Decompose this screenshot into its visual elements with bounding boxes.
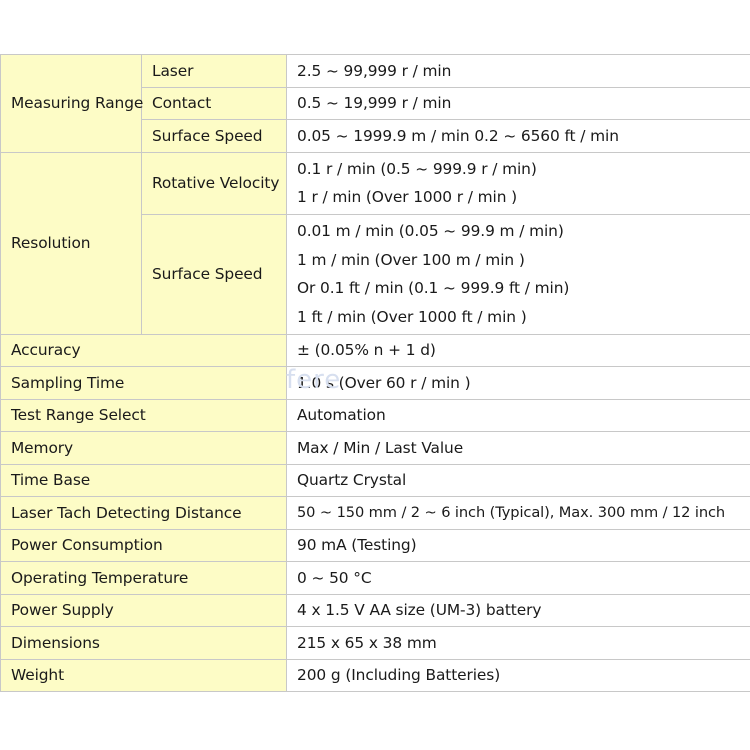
surface-line: 1 ft / min (Over 1000 ft / min ) <box>297 307 527 326</box>
resolution-surface-speed-value: 0.01 m / min (0.05 ~ 99.9 m / min) 1 m /… <box>286 213 750 335</box>
power-consumption-value: 90 mA (Testing) <box>286 528 750 562</box>
resolution-surface-speed-label: Surface Speed <box>141 213 287 335</box>
accuracy-label: Accuracy <box>0 333 287 367</box>
accuracy-value: ± (0.05% n + 1 d) <box>286 333 750 367</box>
rotative-line: 0.1 r / min (0.5 ~ 999.9 r / min) <box>297 159 537 178</box>
table-row: Memory Max / Min / Last Value <box>0 431 750 465</box>
detecting-distance-label: Laser Tach Detecting Distance <box>0 496 287 530</box>
rotative-velocity-value: 0.1 r / min (0.5 ~ 999.9 r / min) 1 r / … <box>286 151 750 215</box>
specs-table: Measuring Range Laser 2.5 ~ 99,999 r / m… <box>0 54 750 692</box>
rotative-velocity-label: Rotative Velocity <box>141 151 287 215</box>
surface-line: 1 m / min (Over 100 m / min ) <box>297 250 525 269</box>
operating-temperature-value: 0 ~ 50 °C <box>286 561 750 595</box>
operating-temperature-label: Operating Temperature <box>0 561 287 595</box>
resolution-label: Resolution <box>0 151 142 335</box>
test-range-select-label: Test Range Select <box>0 398 287 432</box>
test-range-select-value: Automation <box>286 398 750 432</box>
table-row: Accuracy ± (0.05% n + 1 d) <box>0 333 750 367</box>
surface-line: 0.01 m / min (0.05 ~ 99.9 m / min) <box>297 222 564 240</box>
rotative-line: 1 r / min (Over 1000 r / min ) <box>297 188 518 206</box>
table-row: Time Base Quartz Crystal <box>0 463 750 497</box>
contact-value: 0.5 ~ 19,999 r / min <box>286 86 750 120</box>
dimensions-value: 215 x 65 x 38 mm <box>286 626 750 660</box>
table-row: Laser Tach Detecting Distance 50 ~ 150 m… <box>0 496 750 530</box>
surface-line: Or 0.1 ft / min (0.1 ~ 999.9 ft / min) <box>297 279 570 297</box>
table-row: Weight 200 g (Including Batteries) <box>0 658 750 692</box>
table-row: Resolution Rotative Velocity 0.1 r / min… <box>0 151 750 335</box>
memory-label: Memory <box>0 431 287 465</box>
table-row: Test Range Select Automation <box>0 398 750 432</box>
measuring-range-label: Measuring Range <box>0 54 143 153</box>
contact-label: Contact <box>141 86 287 120</box>
laser-value: 2.5 ~ 99,999 r / min <box>286 54 750 88</box>
table-row: Power Consumption 90 mA (Testing) <box>0 528 750 562</box>
power-supply-label: Power Supply <box>0 593 287 627</box>
sampling-time-label: Sampling Time <box>0 366 287 400</box>
table-row: Operating Temperature 0 ~ 50 °C <box>0 561 750 595</box>
table-row: Power Supply 4 x 1.5 V AA size (UM-3) ba… <box>0 593 750 627</box>
memory-value: Max / Min / Last Value <box>286 431 750 465</box>
table-row: Measuring Range Laser 2.5 ~ 99,999 r / m… <box>0 54 750 153</box>
time-base-label: Time Base <box>0 463 287 497</box>
laser-label: Laser <box>141 54 287 88</box>
power-consumption-label: Power Consumption <box>0 528 287 562</box>
detecting-distance-value: 50 ~ 150 mm / 2 ~ 6 inch (Typical), Max.… <box>286 496 750 530</box>
surface-speed-label: Surface Speed <box>141 119 287 153</box>
surface-speed-value: 0.05 ~ 1999.9 m / min 0.2 ~ 6560 ft / mi… <box>286 119 750 153</box>
table-row: Sampling Time 1.0 s (Over 60 r / min ) <box>0 366 750 400</box>
weight-value: 200 g (Including Batteries) <box>286 658 750 692</box>
sampling-time-value: 1.0 s (Over 60 r / min ) <box>286 366 750 400</box>
time-base-value: Quartz Crystal <box>286 463 750 497</box>
dimensions-label: Dimensions <box>0 626 287 660</box>
weight-label: Weight <box>0 658 287 692</box>
table-row: Dimensions 215 x 65 x 38 mm <box>0 626 750 660</box>
power-supply-value: 4 x 1.5 V AA size (UM-3) battery <box>286 593 750 627</box>
